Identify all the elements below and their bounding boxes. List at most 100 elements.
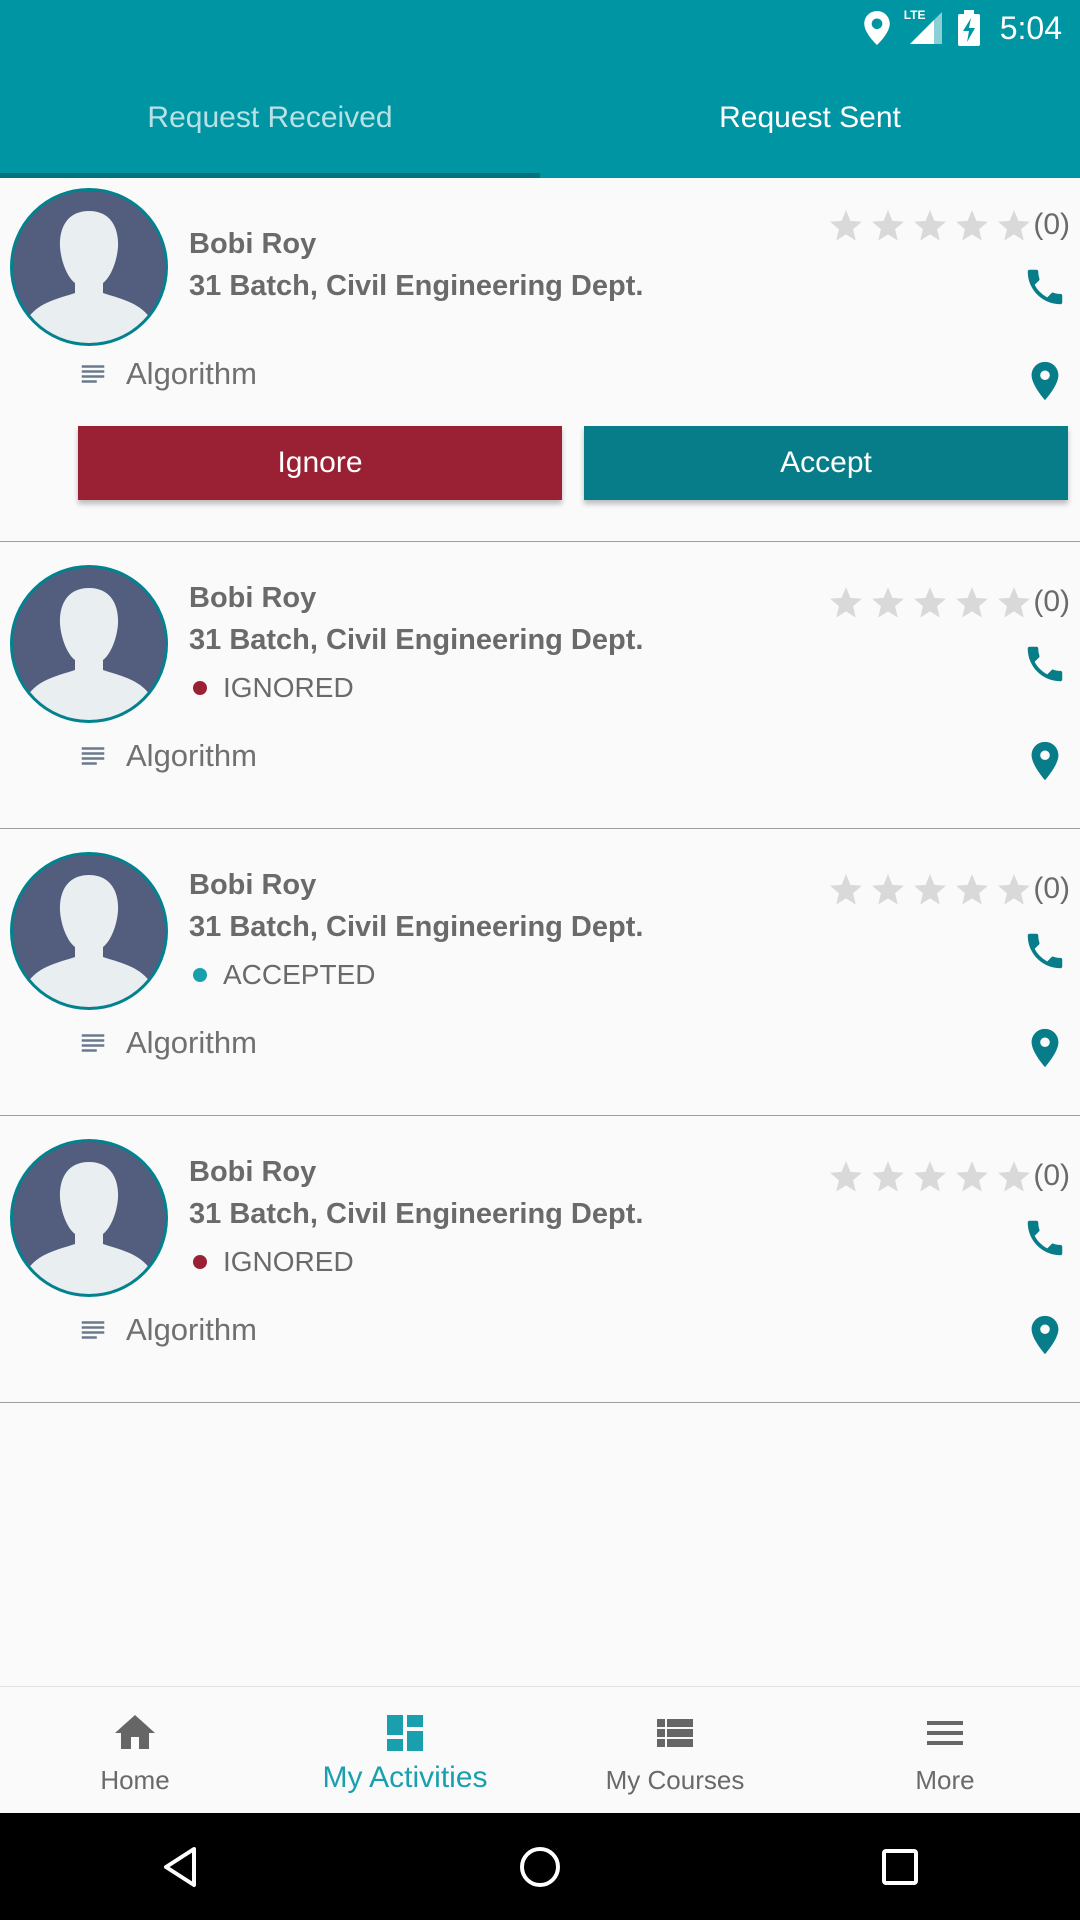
topic-label: Algorithm [126,1312,257,1347]
avatar[interactable] [10,1139,168,1297]
rating-count: (0) [1033,1159,1070,1192]
dashboard-icon [387,1715,423,1751]
star-icon [914,874,947,905]
requester-name: Bobi Roy [189,869,317,901]
requester-name: Bobi Roy [189,228,317,260]
status-time: 5:04 [999,9,1062,46]
topic-label: Algorithm [126,356,257,391]
star-icon [830,1161,863,1192]
star-icon [872,874,905,905]
tab-bar: Request Received Request Sent [0,58,1080,178]
request-card: Bobi Roy 31 Batch, Civil Engineering Dep… [0,178,1080,542]
topic: Algorithm [78,738,257,774]
status-label: IGNORED [223,672,354,703]
rating-count: (0) [1033,872,1070,905]
subject-icon [81,365,105,383]
person-silhouette-icon [13,191,165,343]
star-icon [956,587,989,618]
status-bar: LTE 5:04 [0,0,1080,56]
home-circle-icon [520,1846,560,1887]
rating-stars[interactable]: (0) [829,1159,1070,1193]
recents-icon [882,1848,918,1885]
nav-my-courses[interactable]: My Courses [540,1687,810,1813]
tab-request-received[interactable]: Request Received [0,58,540,178]
status-label: IGNORED [223,1246,354,1277]
location-pin-icon[interactable] [1022,1312,1068,1358]
status-dot [193,1255,207,1269]
rating-count: (0) [1033,208,1070,241]
tab-label: Request Sent [719,101,901,134]
menu-icon [927,1721,963,1745]
signal-icon: LTE [903,8,944,46]
star-icon [914,1161,947,1192]
star-icon [914,587,947,618]
phone-icon[interactable] [1022,264,1068,310]
star-icon [998,1161,1031,1192]
topic-label: Algorithm [126,738,257,773]
star-icon [872,210,905,241]
requester-name: Bobi Roy [189,582,317,614]
rating-stars[interactable]: (0) [829,585,1070,619]
star-icon [830,210,863,241]
recents-button[interactable] [870,1837,930,1897]
phone-icon[interactable] [1022,641,1068,687]
back-button[interactable] [150,1837,210,1897]
subject-icon [81,1034,105,1052]
back-icon [164,1846,196,1887]
home-button[interactable] [510,1837,570,1897]
nav-more[interactable]: More [810,1687,1080,1813]
status-dot [193,968,207,982]
star-icon [998,587,1031,618]
home-icon [115,1715,155,1749]
tab-label: Request Received [147,101,393,134]
action-buttons: Ignore Accept [78,426,1068,500]
star-icon [998,210,1031,241]
phone-icon[interactable] [1022,928,1068,974]
topic: Algorithm [78,1025,257,1061]
status-badge: IGNORED [189,672,354,704]
status-dot [193,681,207,695]
topic: Algorithm [78,356,257,392]
location-pin-icon[interactable] [1022,358,1068,404]
phone-icon[interactable] [1022,1215,1068,1261]
network-type-label: LTE [903,8,926,22]
person-silhouette-icon [13,855,165,1007]
location-pin-icon[interactable] [1022,738,1068,784]
avatar[interactable] [10,565,168,723]
star-icon [872,1161,905,1192]
battery-charging-icon [957,10,980,46]
nav-label: More [915,1765,975,1795]
location-icon [863,11,890,45]
nav-my-activities[interactable]: My Activities [270,1687,540,1813]
requester-dept: 31 Batch, Civil Engineering Dept. [189,624,644,656]
star-icon [956,210,989,241]
request-card: Bobi Roy 31 Batch, Civil Engineering Dep… [0,1116,1080,1403]
requester-dept: 31 Batch, Civil Engineering Dept. [189,1198,644,1230]
star-icon [830,587,863,618]
subject-icon [81,747,105,765]
avatar[interactable] [10,188,168,346]
status-label: ACCEPTED [223,959,376,990]
location-pin-icon[interactable] [1022,1025,1068,1071]
rating-stars[interactable]: (0) [829,872,1070,906]
request-card: Bobi Roy 31 Batch, Civil Engineering Dep… [0,829,1080,1116]
nav-label: My Activities [322,1761,488,1794]
requester-dept: 31 Batch, Civil Engineering Dept. [189,911,644,943]
topic: Algorithm [78,1312,257,1348]
nav-home[interactable]: Home [0,1687,270,1813]
nav-label: My Courses [605,1765,745,1795]
star-icon [914,210,947,241]
topic-label: Algorithm [126,1025,257,1060]
status-badge: IGNORED [189,1246,354,1278]
tab-request-sent[interactable]: Request Sent [540,58,1080,178]
ignore-button[interactable]: Ignore [78,426,562,500]
requester-name: Bobi Roy [189,1156,317,1188]
bottom-navigation: Home My Activities My Courses More [0,1686,1080,1813]
request-card: Bobi Roy 31 Batch, Civil Engineering Dep… [0,542,1080,829]
star-icon [830,874,863,905]
status-badge: ACCEPTED [189,959,375,991]
avatar[interactable] [10,852,168,1010]
rating-stars[interactable]: (0) [829,208,1070,242]
nav-label: Home [100,1765,170,1795]
accept-button[interactable]: Accept [584,426,1068,500]
